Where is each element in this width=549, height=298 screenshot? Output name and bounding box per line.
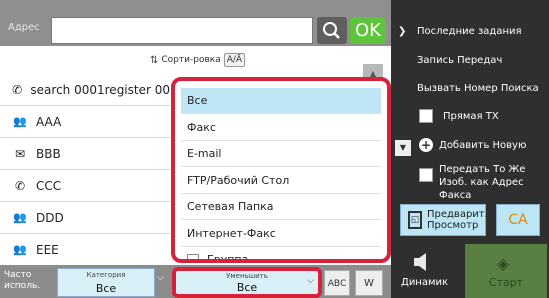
abc-button[interactable]: ABC xyxy=(324,270,350,296)
dropdown-option-group-label: Группа xyxy=(207,253,249,263)
search-icon xyxy=(323,22,340,39)
list-item-label: BBB xyxy=(36,146,61,161)
direct-tx-label: Прямая ТХ xyxy=(443,111,499,122)
w-button[interactable]: W xyxy=(355,270,383,296)
preview-button[interactable]: ◱ Предварит. Просмотр xyxy=(400,204,488,236)
start-icon: ◈ xyxy=(497,254,510,273)
dropdown-option-fax[interactable]: Факс xyxy=(181,115,381,141)
envelope-icon: ✉ xyxy=(14,146,26,161)
dropdown-option-email[interactable]: E-mail xyxy=(181,141,381,167)
dropdown-option-group[interactable]: Группа xyxy=(181,247,381,263)
list-item[interactable]: 👥 EEE xyxy=(0,234,170,266)
speaker-button[interactable]: Динамик xyxy=(401,244,449,296)
address-label: Адрес xyxy=(8,22,40,33)
list-item-label: search 0001register 00 xyxy=(30,82,170,97)
phone-icon: ✆ xyxy=(12,82,23,97)
chevron-down-icon[interactable]: ▼ xyxy=(395,140,411,156)
list-item[interactable]: ✆ search 0001register 00 xyxy=(0,74,170,106)
speaker-label: Динамик xyxy=(401,277,449,288)
frequent-use-button[interactable]: Часто исполь. xyxy=(4,270,52,292)
group-checkbox[interactable] xyxy=(187,254,199,259)
group-icon: 👥 xyxy=(13,115,27,128)
address-bar: Адрес OK xyxy=(0,0,391,46)
dropdown-option-internet-fax[interactable]: Интернет-Факс xyxy=(181,221,381,247)
category-title: Категория xyxy=(86,271,126,279)
dropdown-option-all[interactable]: Все xyxy=(181,88,381,114)
call-search-item[interactable]: Вызвать Номер Поиска xyxy=(417,82,539,95)
chevron-down-icon[interactable]: ⌵ xyxy=(157,273,169,293)
chevron-right-icon[interactable]: ❯ xyxy=(398,26,406,37)
address-input[interactable] xyxy=(51,17,313,44)
category-select[interactable]: Категория Все xyxy=(57,268,155,297)
reduce-value: Все xyxy=(236,281,258,294)
ca-button[interactable]: CA xyxy=(496,204,540,236)
add-new-item[interactable]: Добавить Новую xyxy=(439,139,526,152)
ok-button[interactable]: OK xyxy=(350,17,386,44)
list-item[interactable]: 👥 DDD xyxy=(0,202,170,234)
sort-icon: ⇅ xyxy=(150,54,159,66)
send-log-item[interactable]: Запись Передач xyxy=(417,54,502,67)
sort-control[interactable]: ⇅ Сорти-ровка A/Ā xyxy=(150,50,246,70)
group-red-icon: 👥 xyxy=(13,243,27,256)
category-dropdown: Все Факс E-mail FTP/Рабочий Стол Сетевая… xyxy=(171,77,391,263)
action-panel: ❯ Последние задания Запись Передач Вызва… xyxy=(391,0,549,298)
list-item[interactable]: 👥 AAA xyxy=(0,106,170,138)
reduce-select[interactable]: Уменьшить Все ⌵ xyxy=(172,267,322,298)
preview-label: Предварит. Просмотр xyxy=(427,209,488,231)
plus-icon[interactable]: + xyxy=(419,138,433,152)
group-icon: 👥 xyxy=(13,211,27,224)
list-item-label: EEE xyxy=(36,242,59,257)
sort-order-button[interactable]: A/Ā xyxy=(223,53,246,67)
list-item-label: AAA xyxy=(36,114,62,129)
list-item[interactable]: ✆ CCC xyxy=(0,170,170,202)
start-button[interactable]: ◈ Старт xyxy=(465,244,547,298)
send-same-label: Передать То Же Изоб. как Адрес Факса xyxy=(439,164,526,201)
start-label: Старт xyxy=(488,276,524,289)
sort-label: Сорти-ровка xyxy=(161,55,221,65)
phone-icon: ✆ xyxy=(14,178,26,193)
send-same-checkbox[interactable] xyxy=(419,168,433,182)
reduce-title: Уменьшить xyxy=(226,272,268,280)
speaker-icon xyxy=(414,253,426,271)
direct-tx-checkbox[interactable] xyxy=(419,109,433,123)
chevron-down-icon: ⌵ xyxy=(307,276,314,286)
list-item[interactable]: ✉ BBB xyxy=(0,138,170,170)
list-item-label: DDD xyxy=(36,210,64,225)
list-item-label: CCC xyxy=(36,178,62,193)
category-value: Все xyxy=(95,282,117,295)
dropdown-option-ftp[interactable]: FTP/Рабочий Стол xyxy=(181,168,381,194)
recent-jobs-item[interactable]: Последние задания xyxy=(417,25,522,38)
dropdown-option-network-folder[interactable]: Сетевая Папка xyxy=(181,194,381,220)
preview-icon: ◱ xyxy=(408,211,422,229)
search-button[interactable] xyxy=(317,17,347,44)
